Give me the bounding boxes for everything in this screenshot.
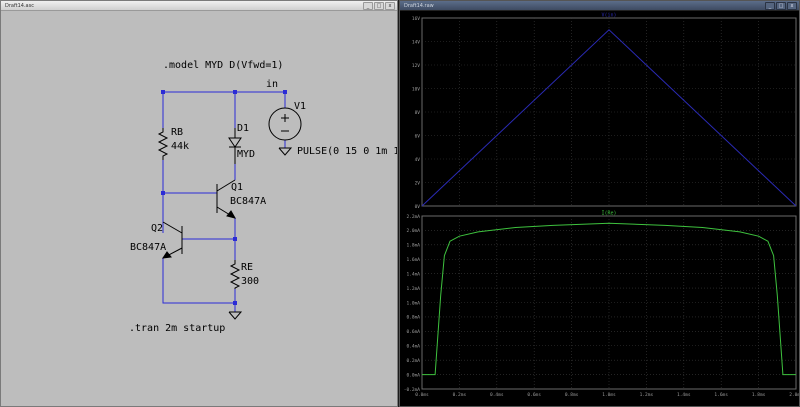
x-tick-label: 2.0ms (789, 392, 799, 398)
wires (162, 91, 286, 312)
y-tick-label: 0.0mA (406, 372, 420, 378)
plot-pane-ire[interactable]: 2.2mA 2.0mA 1.8mA 1.6mA 1.4mA 1.2mA 1.0mA 0.8mA… (404, 211, 799, 399)
x-axis-ticks: 0.0ms 0.2ms 0.4ms 0.6ms 0.8ms 1.0ms 1.2ms 1.4ms… (415, 392, 799, 398)
rb-value[interactable]: 44k (171, 141, 189, 152)
y-tick-label: 1.2mA (406, 286, 420, 292)
y-tick-label: 6V (415, 133, 421, 139)
y-tick-label: -0.2mA (404, 387, 421, 393)
waveform-window[interactable]: Draft14.raw _ □ x 16V 14V 12V 10V 8V 6V 4V 2V 0V… (399, 0, 800, 407)
y-tick-label: 12V (412, 63, 420, 69)
close-button[interactable]: x (385, 1, 395, 10)
v1-name[interactable]: V1 (294, 101, 306, 112)
junction-dot (161, 191, 165, 195)
x-tick-label: 1.2ms (640, 392, 654, 398)
directive-model[interactable]: .model MYD D(Vfwd=1) (163, 60, 283, 71)
x-tick-label: 1.4ms (677, 392, 691, 398)
q1-value[interactable]: BC847A (230, 196, 266, 207)
y-tick-label: 1.8mA (406, 243, 420, 249)
y-tick-label: 1.0mA (406, 300, 420, 306)
junction-dot (283, 90, 287, 94)
trace-label-vin[interactable]: V(in) (601, 13, 616, 19)
x-tick-label: 0.8ms (565, 392, 579, 398)
y-tick-label: 2.2mA (406, 214, 420, 220)
y-tick-label: 1.4mA (406, 271, 420, 277)
junction-dot (233, 90, 237, 94)
maximize-button[interactable]: □ (374, 1, 384, 10)
x-tick-label: 0.6ms (527, 392, 541, 398)
grid (422, 216, 796, 389)
schematic-title: Draft14.asc (5, 2, 34, 9)
x-tick-label: 1.8ms (752, 392, 766, 398)
y-tick-label: 0V (415, 204, 421, 210)
y-axis-ticks: 16V 14V 12V 10V 8V 6V 4V 2V 0V (412, 16, 420, 210)
voltage-source-v1-symbol[interactable] (268, 107, 302, 141)
d1-value[interactable]: MYD (237, 149, 255, 160)
x-tick-label: 0.0ms (415, 392, 429, 398)
minimize-button[interactable]: _ (765, 1, 775, 10)
y-tick-label: 8V (415, 110, 421, 116)
x-tick-label: 1.6ms (714, 392, 728, 398)
junction-dot (233, 301, 237, 305)
minimize-button[interactable]: _ (363, 1, 373, 10)
trace-label-ire[interactable]: I(Re) (601, 211, 616, 217)
junctions (161, 90, 287, 305)
close-button[interactable]: x (787, 1, 797, 10)
directive-tran[interactable]: .tran 2m startup (129, 323, 225, 334)
resistor-re-symbol[interactable] (229, 260, 241, 289)
d1-name[interactable]: D1 (237, 123, 249, 134)
x-tick-label: 1.0ms (602, 392, 616, 398)
schematic-window[interactable]: Draft14.asc _ □ x .model MYD D(Vfwd=1) i… (0, 0, 398, 407)
schematic-canvas[interactable]: .model MYD D(Vfwd=1) in V1 PULSE(0 15 0 … (1, 10, 397, 406)
x-tick-label: 0.4ms (490, 392, 504, 398)
y-tick-label: 10V (412, 86, 420, 92)
y-tick-label: 16V (412, 16, 420, 22)
y-tick-label: 2.0mA (406, 228, 420, 234)
waveform-title: Draft14.raw (404, 2, 434, 9)
plot-pane-vin[interactable]: 16V 14V 12V 10V 8V 6V 4V 2V 0V V(in) (412, 13, 797, 210)
waveform-canvas[interactable]: 16V 14V 12V 10V 8V 6V 4V 2V 0V V(in) 2.2mA 2.0mA 1… (400, 10, 799, 407)
y-tick-label: 0.6mA (406, 329, 420, 335)
y-tick-label: 0.8mA (406, 315, 420, 321)
junction-dot (161, 90, 165, 94)
resistor-rb-symbol[interactable] (157, 128, 169, 160)
re-name[interactable]: RE (241, 262, 253, 273)
y-axis-ticks: 2.2mA 2.0mA 1.8mA 1.6mA 1.4mA 1.2mA 1.0mA 0.8mA… (404, 214, 421, 393)
y-tick-label: 0.2mA (406, 358, 420, 364)
rb-name[interactable]: RB (171, 127, 183, 138)
grid (422, 18, 796, 206)
junction-dot (233, 237, 237, 241)
y-tick-label: 14V (412, 39, 420, 45)
net-label-in[interactable]: in (266, 79, 278, 90)
ground-icon (228, 311, 243, 320)
y-tick-label: 1.6mA (406, 257, 420, 263)
y-tick-label: 4V (415, 157, 421, 163)
ground-icon (278, 147, 293, 156)
re-value[interactable]: 300 (241, 276, 259, 287)
x-tick-label: 0.2ms (453, 392, 467, 398)
y-tick-label: 2V (415, 180, 421, 186)
maximize-button[interactable]: □ (776, 1, 786, 10)
wire (162, 258, 235, 304)
y-tick-label: 0.4mA (406, 344, 420, 350)
q2-name[interactable]: Q2 (151, 223, 163, 234)
q1-name[interactable]: Q1 (231, 182, 243, 193)
q2-value[interactable]: BC847A (130, 242, 166, 253)
v1-value[interactable]: PULSE(0 15 0 1m 1m) (297, 146, 397, 157)
